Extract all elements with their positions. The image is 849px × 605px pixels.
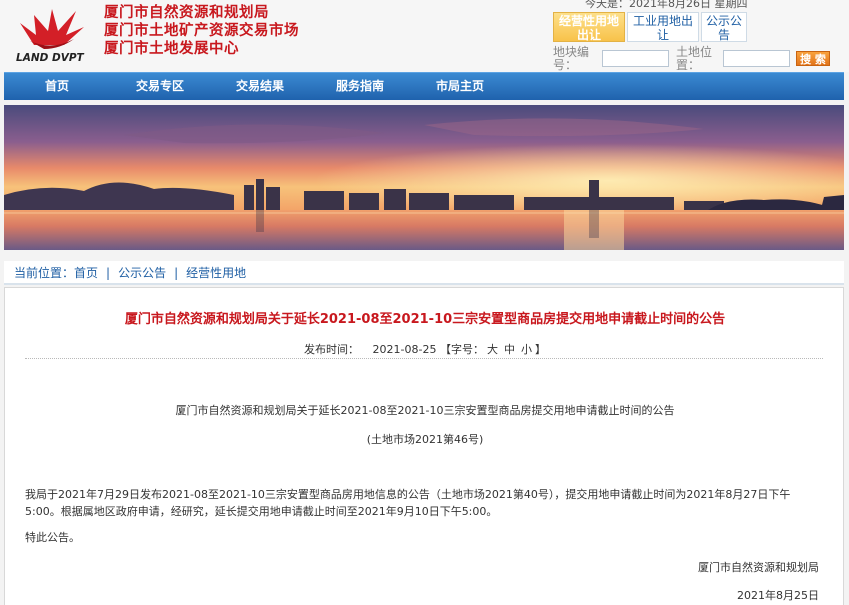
location-input[interactable] (723, 50, 790, 67)
font-size-label: 【字号： (439, 343, 484, 356)
body-title: 厦门市自然资源和规划局关于延长2021-08至2021-10三宗安置型商品房提交… (175, 404, 675, 417)
tab-announcements[interactable]: 公示公告 (701, 12, 747, 42)
tab-commercial-land[interactable]: 经营性用地出让 (553, 12, 625, 42)
nav-home[interactable]: 首页 (4, 73, 110, 100)
body-paragraph-2: 特此公告。 (25, 531, 80, 544)
meta-divider (25, 358, 823, 359)
tab-industrial-land[interactable]: 工业用地出让 (627, 12, 699, 42)
breadcrumb-label: 当前位置： (14, 266, 75, 280)
nav-trading-zone[interactable]: 交易专区 (110, 73, 210, 100)
article-meta: 发布时间： 2021-08-25 【字号：大中小】 (5, 341, 845, 357)
breadcrumb-commercial-land[interactable]: 经营性用地 (186, 266, 246, 280)
search-button[interactable]: 搜 索 (796, 51, 830, 66)
font-size-large[interactable]: 大 (487, 343, 498, 356)
signature: 厦门市自然资源和规划局 (698, 561, 819, 574)
breadcrumb-separator: | (106, 266, 111, 280)
banner-image (4, 105, 844, 250)
article-title: 厦门市自然资源和规划局关于延长2021-08至2021-10三宗安置型商品房提交… (124, 312, 726, 327)
breadcrumb-home[interactable]: 首页 (74, 266, 98, 280)
site-header: LAND DVPT 厦门市自然资源和规划局 厦门市土地矿产资源交易市场 厦门市土… (0, 0, 849, 72)
org-name-3: 厦门市土地发展中心 (104, 41, 239, 57)
article-panel: 厦门市自然资源和规划局关于延长2021-08至2021-10三宗安置型商品房提交… (4, 287, 844, 605)
org-name-2: 厦门市土地矿产资源交易市场 (104, 23, 299, 39)
search-bar: 地块编号： 土地位置： 搜 索 (553, 45, 843, 72)
font-size-medium[interactable]: 中 (504, 343, 515, 356)
main-nav: 首页 交易专区 交易结果 服务指南 市局主页 (4, 72, 844, 100)
land-type-tabs: 经营性用地出让 工业用地出让 公示公告 (553, 12, 747, 42)
location-label: 土地位置： (676, 45, 713, 72)
breadcrumb: 当前位置：首页 | 公示公告 | 经营性用地 (4, 261, 844, 285)
publish-label: 发布时间： (304, 343, 360, 356)
nav-service-guide[interactable]: 服务指南 (310, 73, 410, 100)
nav-bureau-home[interactable]: 市局主页 (410, 73, 510, 100)
nav-trading-results[interactable]: 交易结果 (210, 73, 310, 100)
site-logo[interactable]: LAND DVPT (14, 5, 94, 65)
svg-text:LAND DVPT: LAND DVPT (16, 52, 85, 64)
org-names: 厦门市自然资源和规划局 厦门市土地矿产资源交易市场 厦门市土地发展中心 (104, 4, 299, 58)
publish-date: 2021-08-25 (372, 343, 437, 356)
plot-number-label: 地块编号： (553, 45, 590, 72)
breadcrumb-announcements[interactable]: 公示公告 (118, 266, 166, 280)
current-date: 今天是：2021年8月26日 星期四 (585, 0, 748, 10)
breadcrumb-separator: | (174, 266, 179, 280)
signature-date: 2021年8月25日 (737, 589, 819, 602)
font-size-label-close: 】 (534, 343, 546, 356)
body-paragraph-1: 我局于2021年7月29日发布2021-08至2021-10三宗安置型商品房用地… (25, 488, 791, 518)
font-size-small[interactable]: 小 (521, 343, 532, 356)
body-subtitle: (土地市场2021第46号) (366, 433, 484, 446)
plot-number-input[interactable] (602, 50, 669, 67)
org-name-1: 厦门市自然资源和规划局 (104, 5, 269, 21)
